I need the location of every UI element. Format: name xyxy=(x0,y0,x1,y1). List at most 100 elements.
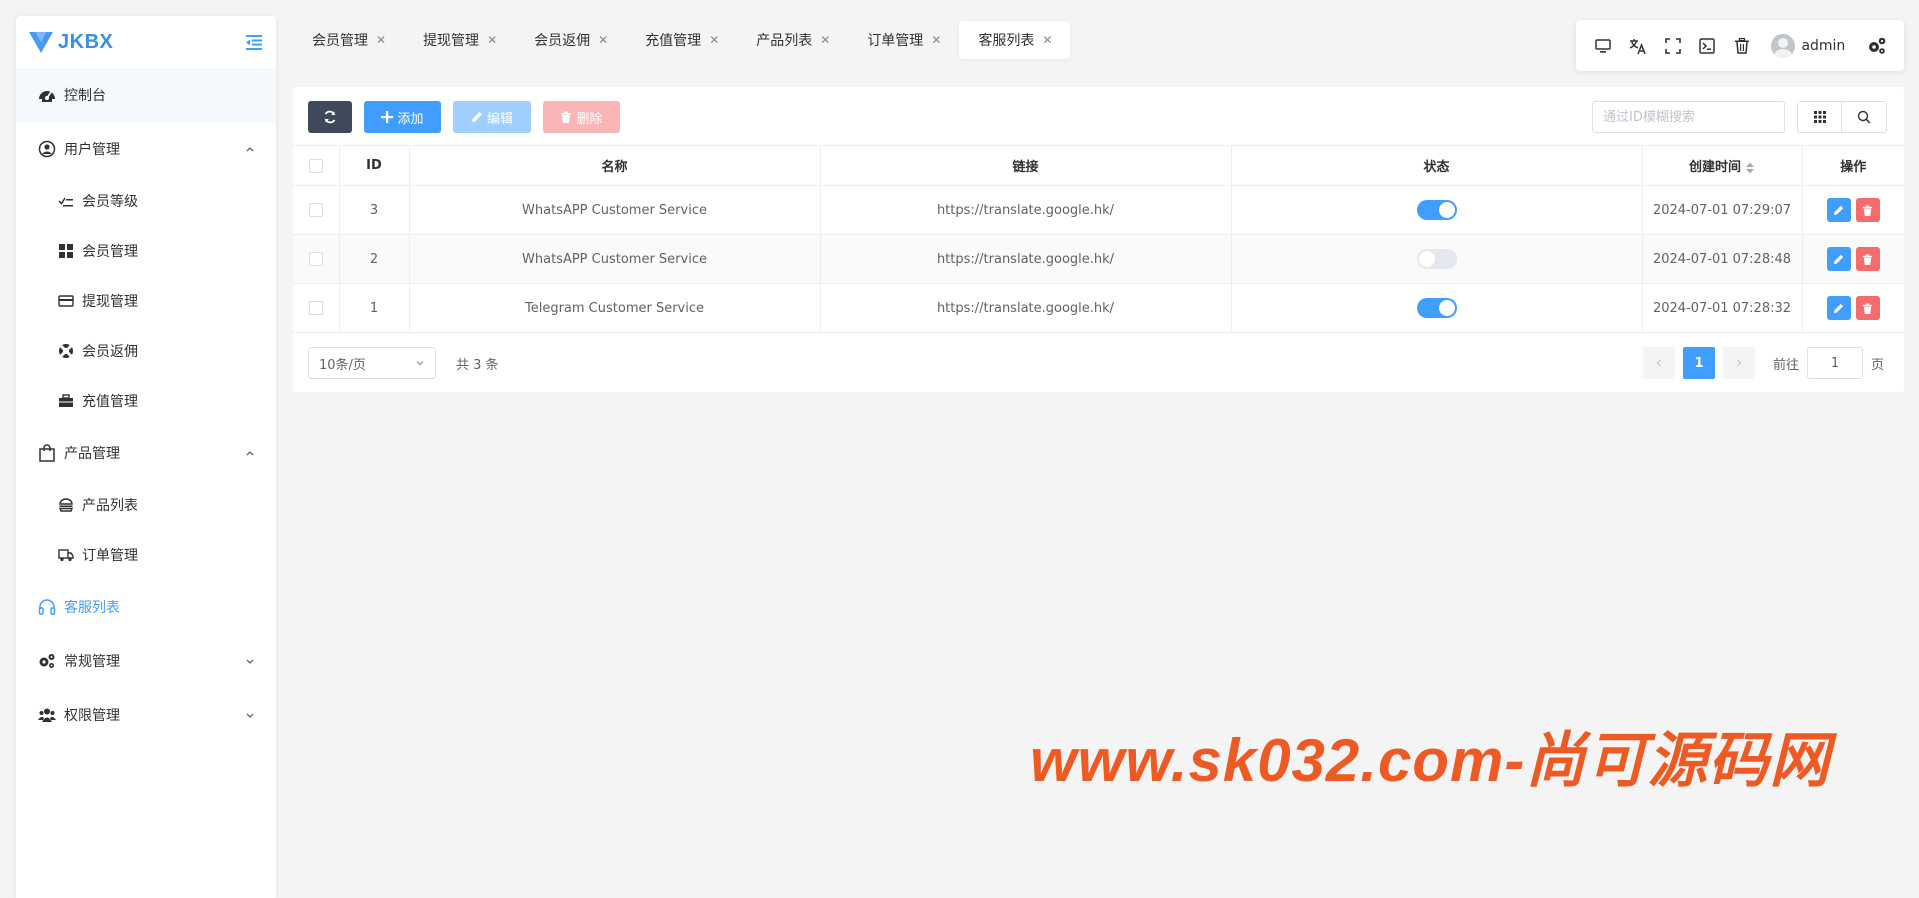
column-header: 链接 xyxy=(819,145,1231,186)
edit-button[interactable]: 编辑 xyxy=(453,101,531,133)
cell-name: Telegram Customer Service xyxy=(408,283,820,333)
tab-commission[interactable]: 会员返佣 ✕ xyxy=(515,21,626,59)
search-box xyxy=(1592,101,1785,133)
chevron-up-icon xyxy=(246,147,254,152)
chevron-down-icon xyxy=(246,659,254,664)
close-icon[interactable]: ✕ xyxy=(376,33,386,47)
table-row: 3 WhatsAPP Customer Service https://tran… xyxy=(293,185,1904,235)
tab-member-management[interactable]: 会员管理 ✕ xyxy=(293,21,404,59)
close-icon[interactable]: ✕ xyxy=(1042,33,1052,47)
cell-id: 1 xyxy=(338,283,409,333)
user-menu[interactable]: admin xyxy=(1771,33,1845,58)
add-button-label: 添加 xyxy=(397,111,424,127)
sidebar-item-commission[interactable]: 会员返佣 xyxy=(16,326,276,376)
sidebar-item-member-management[interactable]: 会员管理 xyxy=(16,226,276,276)
trash-icon[interactable] xyxy=(1725,26,1760,66)
sidebar-item-label: 常规管理 xyxy=(64,654,120,670)
row-checkbox[interactable] xyxy=(308,252,323,266)
table-row: 2 WhatsAPP Customer Service https://tran… xyxy=(293,234,1904,284)
prev-page-button[interactable] xyxy=(1643,347,1675,379)
sidebar-item-orders[interactable]: 订单管理 xyxy=(16,530,276,580)
translate-icon[interactable] xyxy=(1621,26,1656,66)
close-icon[interactable]: ✕ xyxy=(820,33,830,47)
cell-link: https://translate.google.hk/ xyxy=(819,234,1231,284)
cell-name: WhatsAPP Customer Service xyxy=(408,234,820,284)
list-check-icon xyxy=(58,193,74,209)
sidebar-item-permissions[interactable]: 权限管理 xyxy=(16,688,276,742)
fullscreen-icon[interactable] xyxy=(1655,26,1690,66)
sidebar-item-recharge[interactable]: 充值管理 xyxy=(16,376,276,426)
sidebar-item-product-list[interactable]: 产品列表 xyxy=(16,480,276,530)
cell-id: 2 xyxy=(338,234,409,284)
pencil-icon xyxy=(1834,205,1844,215)
tab-product-list[interactable]: 产品列表 ✕ xyxy=(737,21,848,59)
grid-view-button[interactable] xyxy=(1797,101,1842,133)
row-checkbox[interactable] xyxy=(308,301,323,315)
monitor-icon[interactable] xyxy=(1586,26,1621,66)
tab-label: 会员返佣 xyxy=(534,33,591,49)
select-all-checkbox[interactable] xyxy=(308,158,323,173)
row-edit-button[interactable] xyxy=(1826,247,1851,271)
search-input[interactable] xyxy=(1592,101,1785,133)
sidebar-item-customer-service[interactable]: 客服列表 xyxy=(16,580,276,634)
sidebar-item-product-management[interactable]: 产品管理 xyxy=(16,426,276,480)
row-delete-button[interactable] xyxy=(1855,247,1880,271)
close-icon[interactable]: ✕ xyxy=(931,33,941,47)
close-icon[interactable]: ✕ xyxy=(487,33,497,47)
sidebar-item-dashboard[interactable]: 控制台 xyxy=(16,68,276,122)
search-button[interactable] xyxy=(1842,101,1887,133)
logo-icon xyxy=(29,32,53,53)
cell-created: 2024-07-01 07:29:07 xyxy=(1641,185,1802,235)
sidebar-item-label: 产品管理 xyxy=(64,446,120,462)
next-page-button[interactable] xyxy=(1723,347,1755,379)
sidebar-item-label: 会员返佣 xyxy=(82,344,138,360)
row-edit-button[interactable] xyxy=(1826,198,1851,222)
tab-recharge[interactable]: 充值管理 ✕ xyxy=(626,21,737,59)
tab-label: 客服列表 xyxy=(978,33,1035,49)
menu-collapse-icon[interactable] xyxy=(244,32,264,52)
cell-status xyxy=(1230,185,1642,235)
close-icon[interactable]: ✕ xyxy=(598,33,608,47)
column-header-created[interactable]: 创建时间 xyxy=(1641,145,1802,186)
trash-icon xyxy=(1863,302,1873,314)
refresh-button[interactable] xyxy=(308,101,352,133)
action-toolbar: 添加 编辑 删除 xyxy=(308,101,620,133)
sidebar-item-user-management[interactable]: 用户管理 xyxy=(16,122,276,176)
settings-icon[interactable] xyxy=(1859,26,1894,66)
sort-icon[interactable] xyxy=(1745,161,1755,175)
tab-customer-service[interactable]: 客服列表 ✕ xyxy=(959,21,1071,59)
headset-icon xyxy=(38,598,56,616)
tab-withdrawal[interactable]: 提现管理 ✕ xyxy=(404,21,515,59)
cell-id: 3 xyxy=(338,185,409,235)
status-toggle[interactable] xyxy=(1416,298,1457,318)
page-suffix: 页 xyxy=(1871,357,1885,373)
page-size-select[interactable]: 10条/页 xyxy=(308,347,436,379)
row-delete-button[interactable] xyxy=(1855,198,1880,222)
sidebar: JKBX 控制台 用户管理 会员等级 会员管理 提现管理 会员返佣 充值管理 产… xyxy=(16,16,276,898)
grid-icon xyxy=(58,243,74,259)
status-toggle[interactable] xyxy=(1416,249,1457,269)
close-icon[interactable]: ✕ xyxy=(709,33,719,47)
delete-button[interactable]: 删除 xyxy=(543,101,620,133)
add-button[interactable]: 添加 xyxy=(364,101,441,133)
sidebar-item-member-level[interactable]: 会员等级 xyxy=(16,176,276,226)
status-toggle[interactable] xyxy=(1416,200,1457,220)
column-header: 名称 xyxy=(408,145,820,186)
trash-icon xyxy=(561,111,572,123)
pencil-icon xyxy=(471,112,482,122)
tab-label: 会员管理 xyxy=(312,33,368,49)
sidebar-item-label: 产品列表 xyxy=(82,498,138,514)
total-count: 共 3 条 xyxy=(456,357,499,373)
delete-button-label: 删除 xyxy=(576,111,603,127)
sidebar-item-withdrawal[interactable]: 提现管理 xyxy=(16,276,276,326)
page-number-button[interactable]: 1 xyxy=(1683,347,1715,379)
terminal-icon[interactable] xyxy=(1690,26,1725,66)
row-checkbox[interactable] xyxy=(308,203,323,217)
row-delete-button[interactable] xyxy=(1855,296,1880,320)
row-edit-button[interactable] xyxy=(1826,296,1851,320)
sidebar-item-general[interactable]: 常规管理 xyxy=(16,634,276,688)
cell-status xyxy=(1230,234,1642,284)
goto-page-input[interactable] xyxy=(1807,347,1864,379)
hamburger-icon xyxy=(58,497,74,513)
tab-orders[interactable]: 订单管理 ✕ xyxy=(848,21,959,59)
